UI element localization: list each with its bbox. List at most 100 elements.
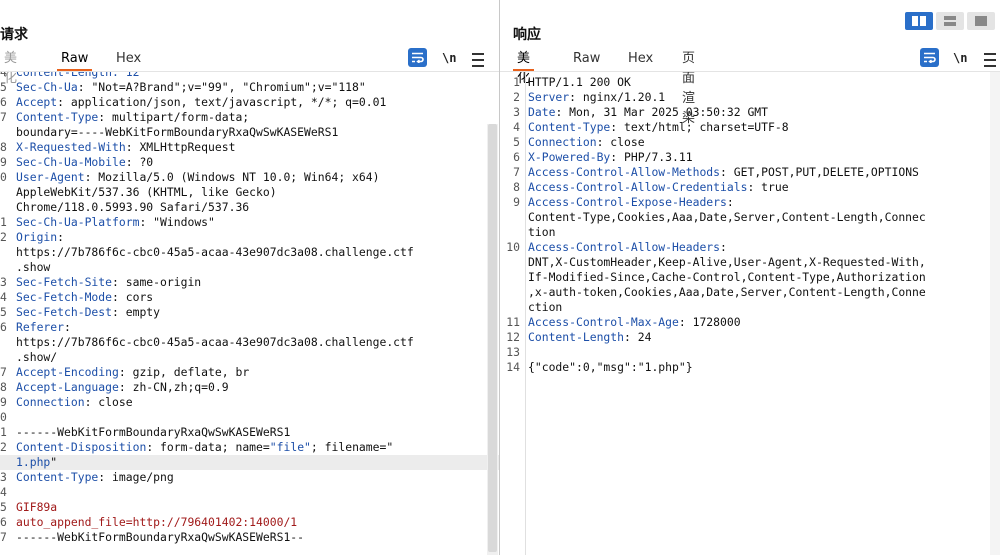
response-tab-pretty[interactable]: 美化 (513, 49, 535, 86)
header-name: Content-Disposition (16, 440, 147, 454)
line-text: tion (528, 225, 556, 239)
hamburger-icon (472, 53, 484, 55)
code-line: 6 X-Powered-By: PHP/7.3.11 (500, 150, 1000, 165)
line-text: DNT,X-CustomHeader,Keep-Alive,User-Agent… (528, 255, 926, 269)
line-content: .show/ (16, 350, 57, 365)
line-text: : (64, 320, 71, 334)
hamburger-icon (984, 53, 996, 55)
line-number: 0 (0, 170, 7, 184)
response-tab-render[interactable]: 页面渲染 (682, 49, 695, 126)
line-number: 12 (506, 330, 520, 344)
request-tab-hex[interactable]: Hex (116, 49, 141, 69)
request-tab-pretty[interactable]: 美化 (4, 49, 17, 86)
response-editor[interactable]: 1 HTTP/1.1 200 OK 2 Server: nginx/1.20.1 3 Da… (500, 72, 1000, 555)
request-tab-raw[interactable]: Raw (57, 49, 93, 71)
code-line-continuation: Content-Type,Cookies,Aaa,Date,Server,Con… (500, 210, 1000, 225)
line-number: 3 (513, 105, 520, 119)
line-content: Referer: (16, 320, 71, 335)
hamburger-icon-bar (984, 65, 996, 67)
code-line: 5 GIF89a (0, 500, 499, 515)
line-content: Access-Control-Allow-Credentials: true (528, 180, 789, 195)
line-text: : form-data; name= (146, 440, 270, 454)
line-number: 8 (513, 180, 520, 194)
code-line: 8 X-Requested-With: XMLHttpRequest (0, 140, 499, 155)
code-line: 11 Access-Control-Max-Age: 1728000 (500, 315, 1000, 330)
line-content: Content-Length: 24 (528, 330, 651, 345)
line-text: : (57, 230, 65, 244)
line-number (0, 455, 12, 470)
header-name: Content-Type (16, 470, 99, 484)
code-line-continuation: .show (0, 260, 499, 275)
line-text: ction (528, 300, 563, 314)
code-line-continuation: If-Modified-Since,Cache-Control,Content-… (500, 270, 1000, 285)
response-wrap-button[interactable] (920, 48, 939, 67)
line-text: ------WebKitFormBoundaryRxaQwSwKASEWeRS1… (16, 530, 305, 544)
line-content: {"code":0,"msg":"1.php"} (528, 360, 693, 375)
line-text: : (726, 195, 734, 209)
code-line-continuation: https://7b786f6c-cbc0-45a5-acaa-43e907dc… (0, 245, 499, 260)
line-number (0, 260, 12, 275)
line-content: Content-Disposition: form-data; name="fi… (16, 440, 393, 455)
code-line: 1 HTTP/1.1 200 OK (500, 75, 1000, 90)
code-line: 7 Access-Control-Allow-Methods: GET,POST,… (500, 165, 1000, 180)
line-content: ,x-auth-token,Cookies,Aaa,Date,Server,Co… (528, 285, 926, 300)
response-newline-toggle[interactable]: \n (953, 48, 967, 68)
request-pane: 请求 美化 Raw Hex \n 4 Content-Length: 12 5 Sec… (0, 0, 499, 555)
code-line: 7 Accept-Encoding: gzip, deflate, br (0, 365, 499, 380)
line-text: : XMLHttpRequest (125, 140, 236, 154)
line-number: 13 (506, 345, 520, 359)
layout-single-button[interactable] (967, 12, 995, 30)
line-number (502, 255, 520, 270)
request-menu-button[interactable] (472, 48, 484, 68)
line-content: Access-Control-Allow-Headers: (528, 240, 727, 255)
header-name: Content-Type (16, 110, 99, 124)
response-pane: 响应 美化 Raw Hex 页面渲染 \n 1 HTTP/1.1 200 OK 2 S… (500, 0, 1000, 555)
line-content: Access-Control-Max-Age: 1728000 (528, 315, 741, 330)
line-number (0, 185, 12, 200)
code-line: 0 User-Agent: Mozilla/5.0 (Windows NT 10.… (0, 170, 499, 185)
line-number: 9 (513, 195, 520, 209)
request-newline-toggle[interactable]: \n (442, 48, 456, 68)
line-content: Date: Mon, 31 Mar 2025 03:50:32 GMT (528, 105, 768, 120)
line-text: : true (747, 180, 789, 194)
line-text: : GET,POST,PUT,DELETE,OPTIONS (720, 165, 919, 179)
line-text: ,x-auth-token,Cookies,Aaa,Date,Server,Co… (528, 285, 926, 299)
line-number: 4 (0, 72, 7, 79)
request-scrollbar-thumb[interactable] (488, 124, 497, 552)
line-content: Content-Type,Cookies,Aaa,Date,Server,Con… (528, 210, 926, 225)
header-name: Sec-Ch-Ua-Platform (16, 215, 140, 229)
response-menu-button[interactable] (984, 48, 996, 68)
line-number (502, 225, 520, 240)
code-line: 3 Sec-Fetch-Site: same-origin (0, 275, 499, 290)
line-text: : (720, 240, 727, 254)
response-tab-raw[interactable]: Raw (573, 49, 600, 69)
line-number: 9 (0, 155, 7, 169)
line-content: Content-Type: text/html; charset=UTF-8 (528, 120, 789, 135)
code-line: 12 Content-Length: 24 (500, 330, 1000, 345)
response-tab-hex[interactable]: Hex (628, 49, 653, 69)
layout-split-vertical-button[interactable] (936, 12, 964, 30)
code-line: 5 Sec-Fetch-Dest: empty (0, 305, 499, 320)
line-text: ------WebKitFormBoundaryRxaQwSwKASEWeRS1 (16, 425, 291, 439)
code-line: 7 ------WebKitFormBoundaryRxaQwSwKASEWeRS… (0, 530, 499, 545)
layout-split-horizontal-button[interactable] (905, 12, 933, 30)
header-name: X-Requested-With (16, 140, 126, 154)
line-number (0, 350, 12, 365)
request-title: 请求 (0, 27, 28, 43)
line-number: 6 (0, 320, 7, 334)
header-name: Access-Control-Allow-Credentials (528, 180, 748, 194)
hamburger-icon-bar (472, 65, 484, 67)
line-content: Content-Type: multipart/form-data; (16, 110, 249, 125)
header-name: X-Powered-By (528, 150, 611, 164)
code-line: 2 Server: nginx/1.20.1 (500, 90, 1000, 105)
line-text: : 24 (624, 330, 652, 344)
code-line: 6 Referer: (0, 320, 499, 335)
response-scrollbar-track[interactable] (990, 72, 1000, 555)
line-number: 5 (0, 305, 7, 319)
header-name: Origin (16, 230, 58, 244)
request-editor[interactable]: 4 Content-Length: 12 5 Sec-Ch-Ua: "Not=A?Br… (0, 72, 499, 555)
request-wrap-button[interactable] (408, 48, 427, 67)
payload-text: GIF89a (16, 500, 58, 514)
code-line: 6 Accept: application/json, text/javascri… (0, 95, 499, 110)
code-line: 5 Sec-Ch-Ua: "Not=A?Brand";v="99", "Chrom… (0, 80, 499, 95)
